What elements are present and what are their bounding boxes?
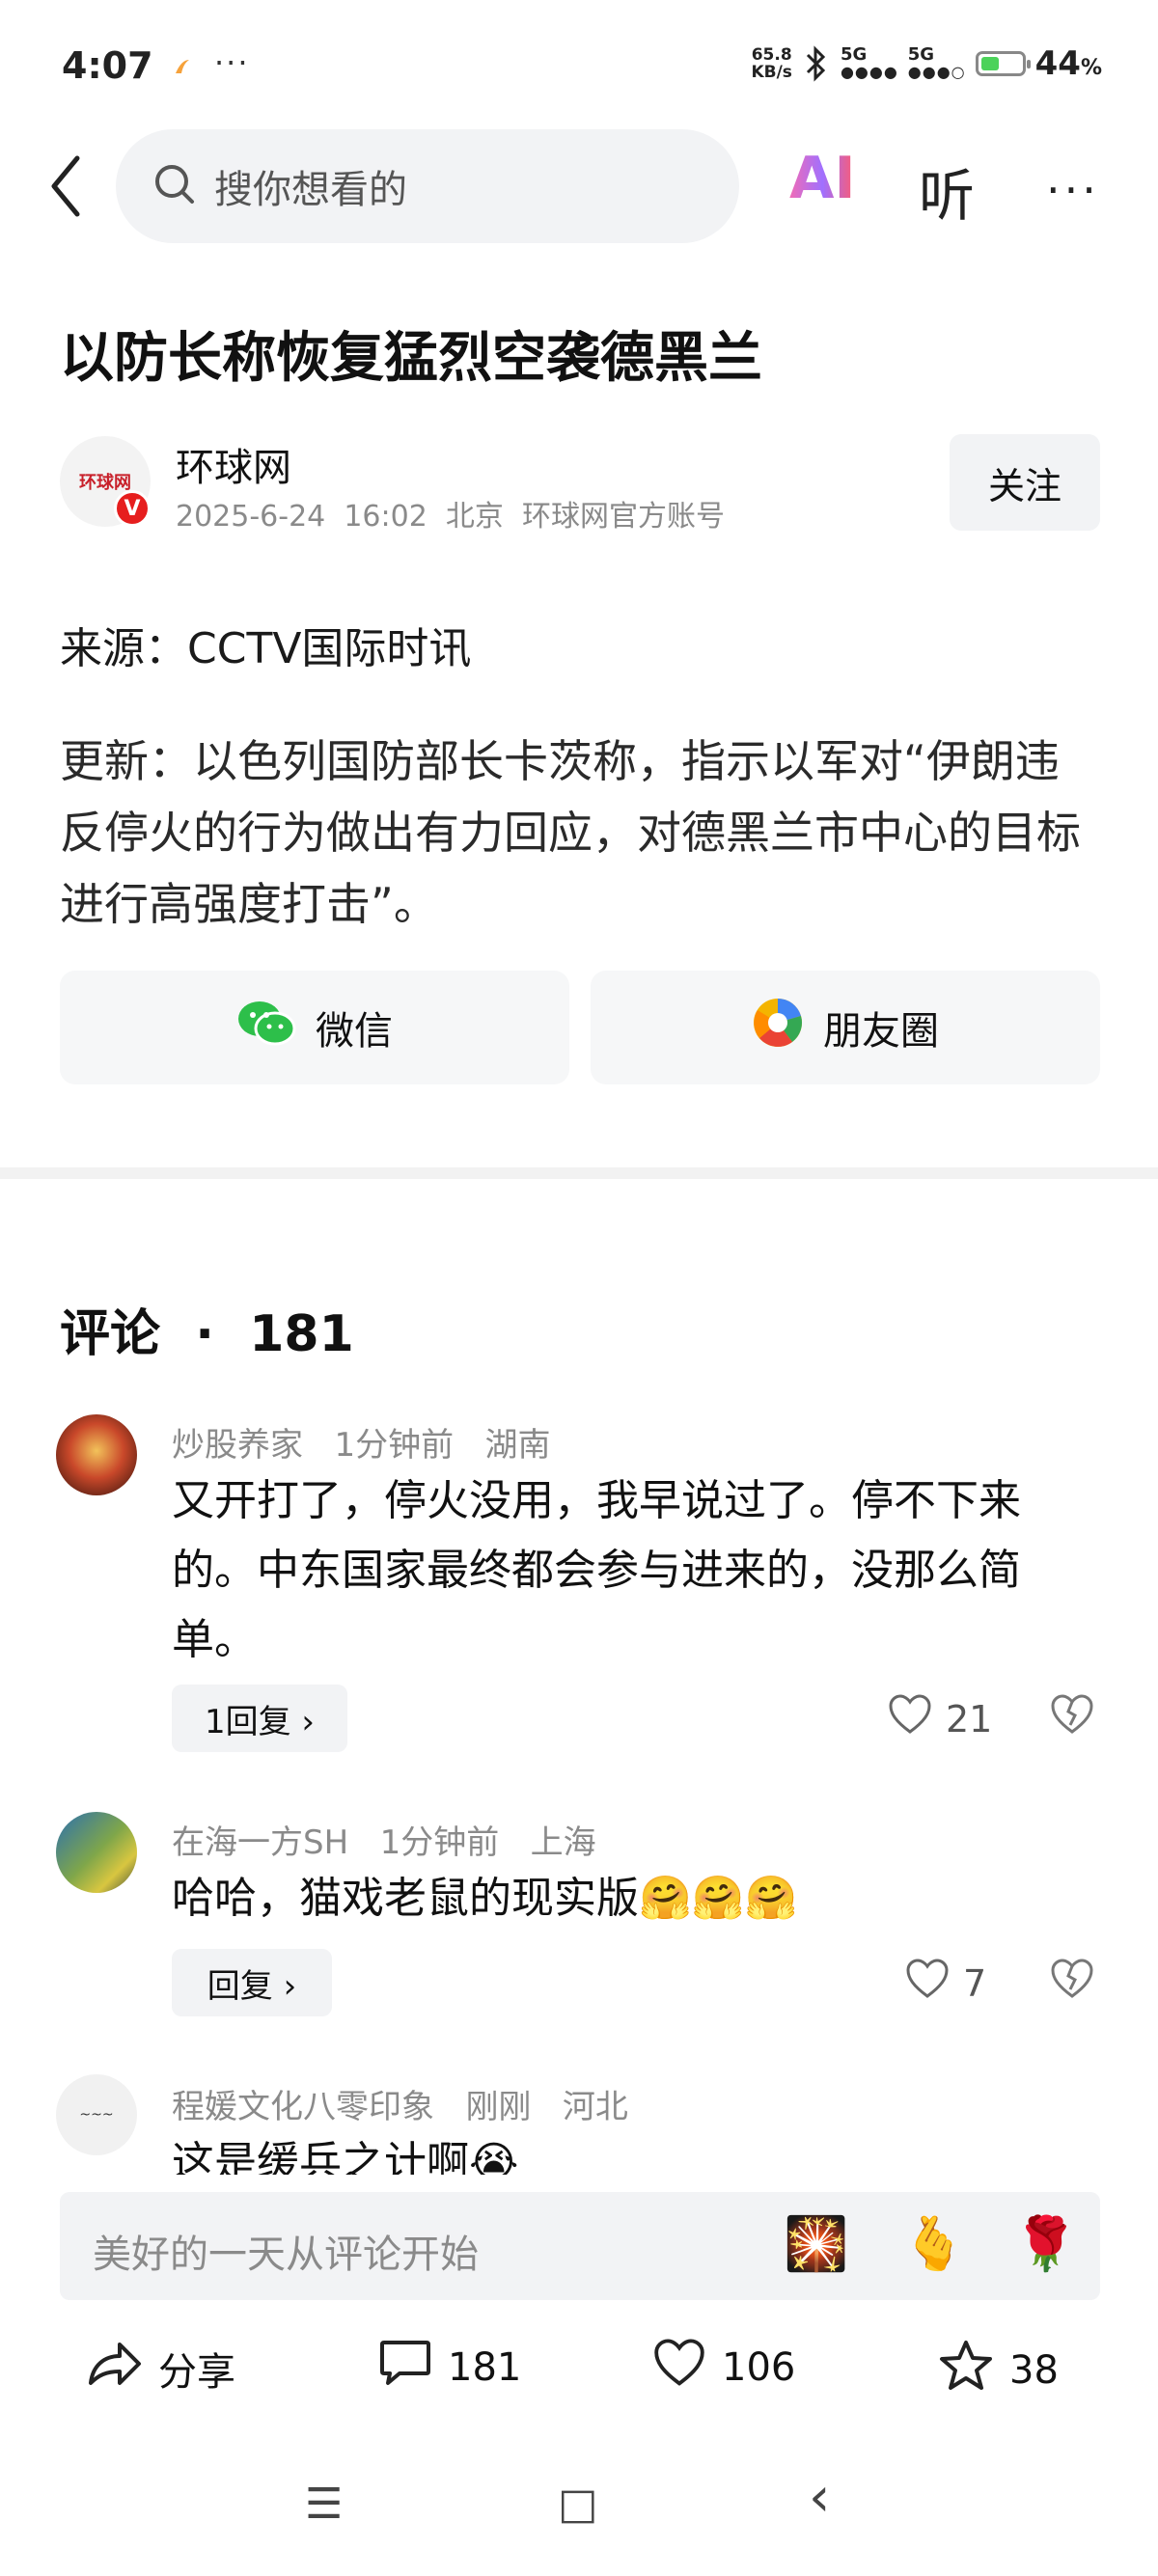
- heart-icon: [905, 1959, 950, 2008]
- commenter-name[interactable]: 炒股养家: [172, 1426, 303, 1465]
- dislike-button[interactable]: [1050, 1959, 1094, 2009]
- search-icon: [152, 162, 197, 210]
- commenter-avatar[interactable]: [56, 1812, 137, 1893]
- comment-clip: 这是缓兵之计啊😭: [172, 2128, 1098, 2175]
- account-type: 环球网官方账号: [521, 500, 725, 534]
- author-logo: 环球网: [79, 473, 131, 493]
- fireworks-emoji-button[interactable]: 🎇: [784, 2213, 848, 2275]
- back-nav-icon[interactable]: ‹: [809, 2466, 830, 2529]
- battery-icon: [975, 51, 1031, 76]
- comment-icon: [378, 2339, 432, 2397]
- comment-input-placeholder: 美好的一天从评论开始: [93, 2233, 479, 2277]
- listen-button[interactable]: 听: [919, 151, 975, 232]
- status-time: 4:07: [62, 44, 153, 87]
- status-more-icon: ···: [214, 44, 250, 81]
- star-icon: [938, 2339, 994, 2402]
- wechat-icon: [236, 998, 296, 1057]
- battery-percent: 44%: [1034, 44, 1102, 83]
- search-placeholder: 搜你想看的: [214, 168, 407, 212]
- like-button[interactable]: 106: [652, 2339, 795, 2397]
- verified-badge-icon: V: [114, 490, 151, 527]
- comment-text: 又开打了，停火没用，我早说过了。停不下来的。中东国家最终都会参与进来的，没那么简…: [172, 1476, 1021, 1664]
- signal-sim2: 5G ●●●○: [907, 44, 966, 81]
- battery-fill: [980, 57, 999, 70]
- share-icon: [87, 2339, 143, 2398]
- share-moments-button[interactable]: 朋友圈: [591, 971, 1100, 1084]
- article-body: 更新：以色列国防部长卡茨称，指示以军对“伊朗违反停火的行为做出有力回应，对德黑兰…: [60, 735, 1081, 930]
- more-menu-button[interactable]: ···: [1046, 164, 1100, 216]
- comments-header: 评论 · 181: [60, 1305, 354, 1363]
- favorite-button[interactable]: 38: [938, 2339, 1059, 2402]
- commenter-name[interactable]: 程媛文化八零印象: [172, 2088, 434, 2126]
- comments-button[interactable]: 181: [378, 2339, 521, 2397]
- reply-button[interactable]: 1回复 ›: [172, 1685, 347, 1752]
- share-moments-label: 朋友圈: [823, 1009, 939, 1054]
- commenter-avatar[interactable]: [56, 1414, 137, 1495]
- publish-location: 北京: [445, 500, 504, 534]
- commenter-name[interactable]: 在海一方SH: [172, 1823, 348, 1862]
- section-divider: [0, 1167, 1158, 1179]
- comment-text: 哈哈，猫戏老鼠的现实版🤗🤗🤗: [172, 1874, 798, 1923]
- article-title: 以防长称恢复猛烈空袭德黑兰: [60, 327, 762, 390]
- commenter-avatar[interactable]: ~~~: [56, 2074, 137, 2155]
- heart-icon: [652, 2339, 706, 2397]
- status-indicators: 65.8 KB/s 5G ●●●● 5G ●●●○ 44%: [751, 44, 1102, 83]
- article-meta: 2025-6-24 16:02 北京 环球网官方账号: [176, 492, 725, 534]
- menu-nav-icon[interactable]: ☰: [305, 2480, 343, 2529]
- comment-meta: 在海一方SH 1分钟前 上海: [172, 1823, 596, 1862]
- signal-sim1: 5G ●●●●: [840, 44, 898, 81]
- signal-bars-icon: ●●●○: [907, 63, 966, 81]
- heart-icon: [888, 1694, 932, 1743]
- home-nav-icon[interactable]: □: [558, 2480, 598, 2529]
- comment-meta: 程媛文化八零印象 刚刚 河北: [172, 2088, 628, 2126]
- author-name[interactable]: 环球网: [176, 436, 291, 492]
- rose-emoji-button[interactable]: 🌹: [1013, 2213, 1078, 2275]
- share-button[interactable]: 分享: [87, 2339, 235, 2398]
- moments-icon: [752, 997, 804, 1058]
- follow-button[interactable]: 关注: [950, 434, 1100, 531]
- reply-button[interactable]: 回复 ›: [172, 1949, 332, 2016]
- comment-text: 这是缓兵之计啊😭: [172, 2138, 519, 2175]
- network-speed: 65.8 KB/s: [751, 45, 792, 82]
- bluetooth-icon: [802, 45, 831, 82]
- finger-heart-emoji-button[interactable]: 🫰: [901, 2213, 966, 2275]
- comment-like-button[interactable]: 21: [888, 1694, 992, 1743]
- search-bar[interactable]: 搜你想看的: [116, 129, 739, 243]
- share-wechat-label: 微信: [316, 1009, 393, 1054]
- avatar-logo: ~~~: [79, 2107, 114, 2123]
- signal-bars-icon: ●●●●: [840, 63, 898, 81]
- notification-icon: [172, 56, 193, 77]
- comment-like-button[interactable]: 7: [905, 1959, 986, 2008]
- ai-button[interactable]: AI: [789, 145, 856, 212]
- publish-date: 2025-6-24: [176, 500, 326, 534]
- dislike-button[interactable]: [1050, 1694, 1094, 1744]
- back-button[interactable]: [46, 152, 85, 220]
- publish-time: 16:02: [344, 500, 427, 534]
- share-wechat-button[interactable]: 微信: [60, 971, 569, 1084]
- article-source: 来源：CCTV国际时讯: [60, 624, 472, 673]
- comment-meta: 炒股养家 1分钟前 湖南: [172, 1426, 551, 1465]
